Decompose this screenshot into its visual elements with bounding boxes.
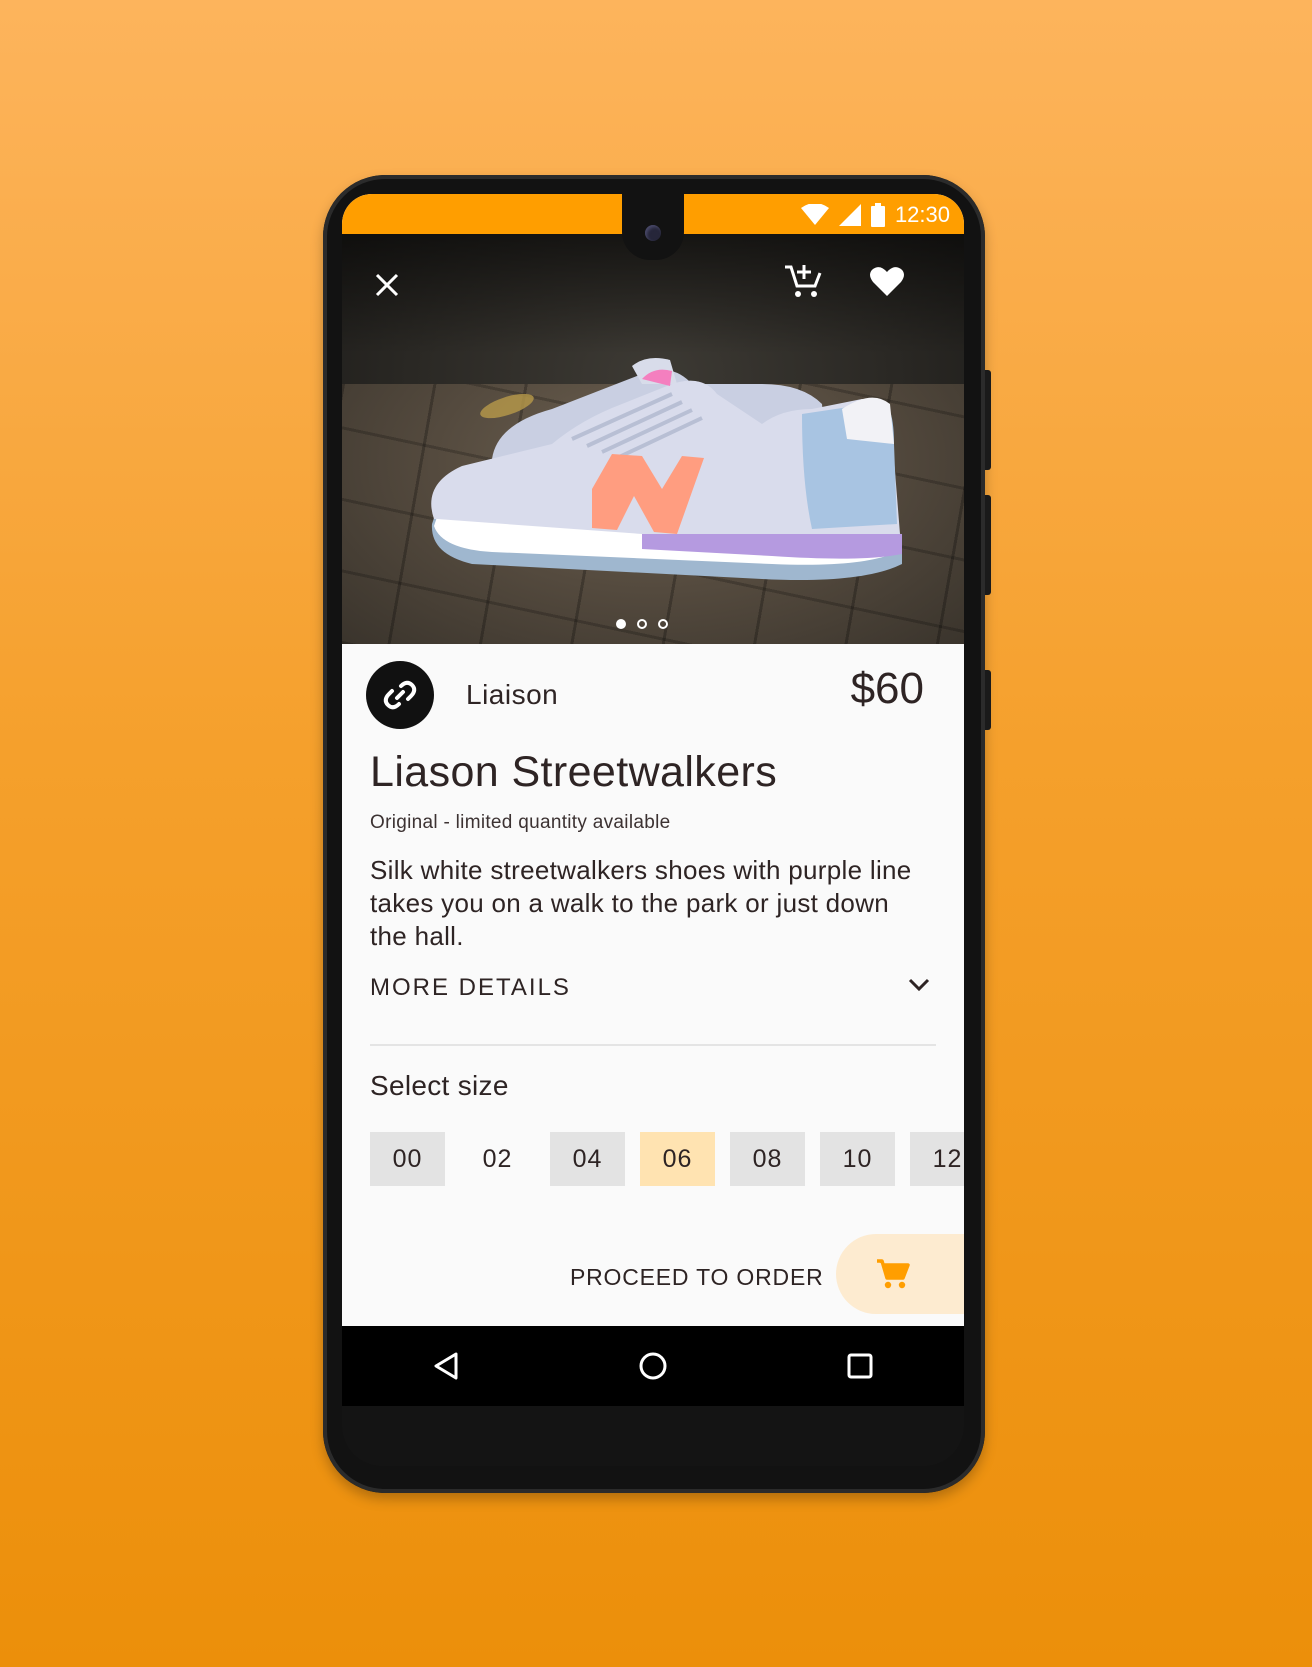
gallery-page-indicator bbox=[616, 619, 668, 629]
more-details-label: MORE DETAILS bbox=[370, 974, 571, 1001]
product-image-gallery[interactable] bbox=[342, 234, 964, 644]
select-size-label: Select size bbox=[370, 1070, 509, 1101]
shopping-cart-icon bbox=[877, 1259, 910, 1289]
product-title: Liason Streetwalkers bbox=[370, 748, 778, 796]
add-shopping-cart-icon bbox=[785, 265, 822, 297]
size-option[interactable]: 02 bbox=[460, 1132, 535, 1186]
more-details-toggle[interactable]: MORE DETAILS bbox=[370, 972, 930, 1008]
wifi-icon bbox=[800, 204, 829, 225]
system-navigation-bar bbox=[342, 1326, 964, 1406]
phone-side-button bbox=[985, 370, 991, 470]
add-to-cart-button[interactable] bbox=[774, 252, 832, 310]
battery-icon bbox=[870, 203, 885, 227]
proceed-to-order-button[interactable]: PROCEED TO ORDER bbox=[570, 1264, 824, 1291]
nav-back-button[interactable] bbox=[406, 1326, 486, 1406]
gallery-dot-active[interactable] bbox=[616, 619, 626, 629]
divider bbox=[370, 1044, 936, 1046]
product-availability: Original - limited quantity available bbox=[370, 812, 671, 833]
close-icon bbox=[375, 273, 399, 297]
camera-notch bbox=[622, 194, 684, 260]
chevron-down-icon bbox=[908, 978, 930, 992]
size-option[interactable]: 12 bbox=[910, 1132, 964, 1186]
product-description: Silk white streetwalkers shoes with purp… bbox=[370, 855, 912, 951]
brand-name[interactable]: Liaison bbox=[466, 679, 558, 711]
favorite-button[interactable] bbox=[858, 252, 916, 310]
size-option[interactable]: 06 bbox=[640, 1132, 715, 1186]
cellular-signal-icon bbox=[838, 204, 861, 226]
front-camera bbox=[645, 225, 661, 241]
close-button[interactable] bbox=[360, 258, 414, 312]
status-time: 12:30 bbox=[894, 202, 950, 227]
app-screen: 12:30 Liaison $60 Liason Streetwalkers O… bbox=[342, 194, 964, 1406]
size-option[interactable]: 00 bbox=[370, 1132, 445, 1186]
gallery-dot[interactable] bbox=[637, 619, 647, 629]
nav-recents-button[interactable] bbox=[820, 1326, 900, 1406]
back-triangle-icon bbox=[434, 1352, 458, 1380]
recents-square-icon bbox=[847, 1353, 873, 1379]
size-option[interactable]: 04 bbox=[550, 1132, 625, 1186]
size-option[interactable]: 08 bbox=[730, 1132, 805, 1186]
size-selector: 00 02 04 06 08 10 12 bbox=[370, 1132, 964, 1186]
brand-logo[interactable] bbox=[366, 661, 434, 729]
phone-side-button bbox=[985, 495, 991, 595]
home-circle-icon bbox=[639, 1352, 667, 1380]
phone-side-button bbox=[985, 670, 991, 730]
heart-icon bbox=[870, 267, 904, 296]
product-price: $60 bbox=[850, 664, 924, 713]
gallery-dot[interactable] bbox=[658, 619, 668, 629]
nav-home-button[interactable] bbox=[613, 1326, 693, 1406]
link-icon bbox=[383, 680, 417, 710]
phone-chin bbox=[342, 1406, 964, 1466]
cart-fab[interactable] bbox=[836, 1234, 964, 1314]
size-option[interactable]: 10 bbox=[820, 1132, 895, 1186]
